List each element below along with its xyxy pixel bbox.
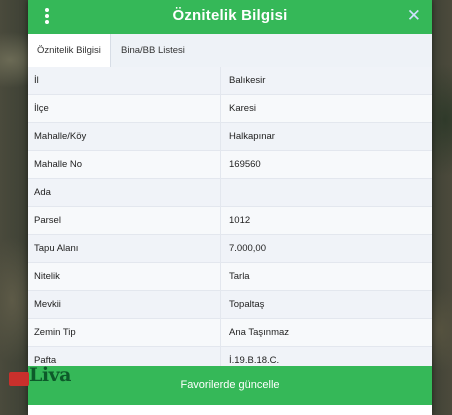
row-value: Halkapınar [220,123,433,150]
tab-bar: Öznitelik Bilgisi Bina/BB Listesi [28,34,432,68]
row-value: Topaltaş [220,291,433,318]
row-key: Ada [34,187,51,198]
row-value: 169560 [220,151,433,178]
row-value: Karesi [220,95,433,122]
row-value: 7.000,00 [220,235,433,262]
table-row: Tapu Alanı 7.000,00 [28,235,432,263]
table-row: Mevkii Topaltaş [28,291,432,319]
table-row: Parsel 1012 [28,207,432,235]
row-key: Parsel [34,215,61,226]
row-key: Tapu Alanı [34,243,79,254]
row-key: Nitelik [34,271,60,282]
row-key: İlçe [34,103,49,114]
table-row: Ada [28,179,432,207]
row-value: 1012 [220,207,433,234]
table-row: İl Balıkesir [28,67,432,95]
row-value: Balıkesir [220,67,433,94]
table-row: Zemin Tip Ana Taşınmaz [28,319,432,347]
table-row: Mahalle No 169560 [28,151,432,179]
row-value: Ana Taşınmaz [220,319,433,346]
table-row: İlçe Karesi [28,95,432,123]
update-favorites-button[interactable]: Favorilerde güncelle [28,366,432,405]
logo-text: Liva [29,364,71,386]
row-value [220,179,433,206]
tab-building-list[interactable]: Bina/BB Listesi [112,34,194,67]
panel-title: Öznitelik Bilgisi [172,7,288,24]
row-key: Zemin Tip [34,327,76,338]
row-key: Mahalle/Köy [34,131,87,142]
close-icon[interactable]: ✕ [407,6,421,26]
row-value: Tarla [220,263,433,290]
tab-attribute-info[interactable]: Öznitelik Bilgisi [28,34,111,68]
row-key: İl [34,75,39,86]
table-row: Mahalle/Köy Halkapınar [28,123,432,151]
row-key: Mahalle No [34,159,83,170]
row-key: Mevkii [34,299,61,310]
liva-logo: Liva [9,364,79,390]
attribute-table: İl Balıkesir İlçe Karesi Mahalle/Köy Halkap… [28,67,432,375]
panel-header: Öznitelik Bilgisi ✕ [28,0,432,34]
logo-mark-icon [9,372,29,386]
table-row: Nitelik Tarla [28,263,432,291]
attribute-info-panel: Öznitelik Bilgisi ✕ Öznitelik Bilgisi Bi… [28,0,432,415]
